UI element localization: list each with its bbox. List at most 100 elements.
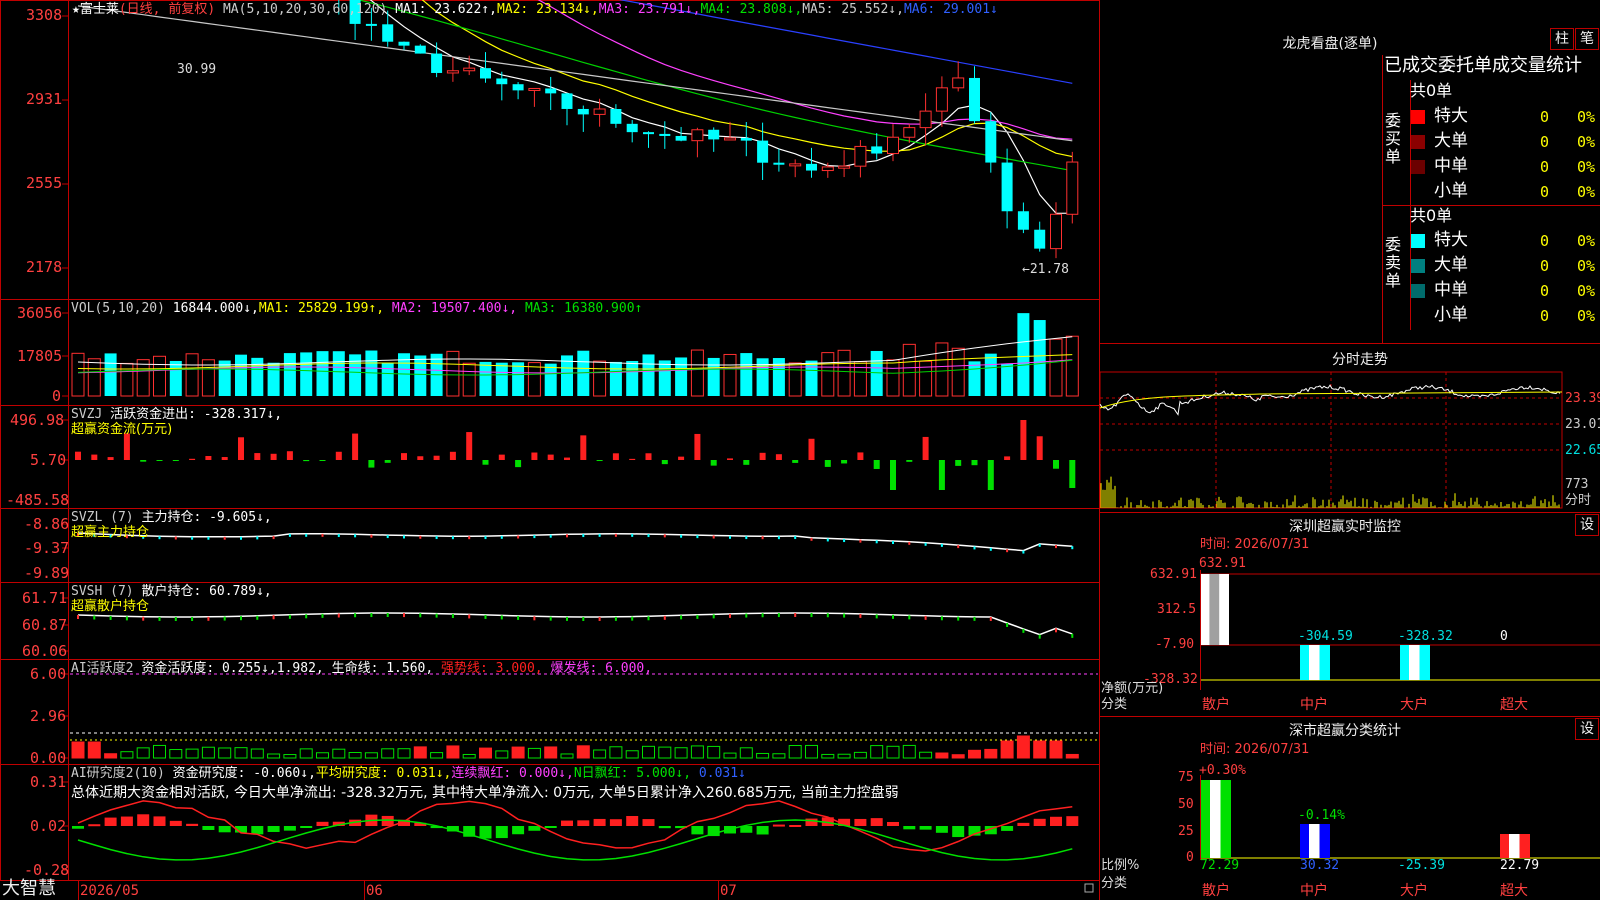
- class-bottom-value: 72.29: [1200, 858, 1240, 873]
- lhb-tabs[interactable]: 已成交委托单成交量统计: [1384, 57, 1582, 75]
- tick-mode-button[interactable]: 笔: [1575, 28, 1599, 50]
- monitor-settings-button[interactable]: 设: [1575, 514, 1599, 536]
- candle-body: [985, 121, 997, 163]
- research-bar: [887, 821, 899, 826]
- volume-bar: [136, 359, 150, 397]
- flow-bar: [857, 452, 864, 460]
- activity-bar: [446, 745, 460, 759]
- flow-bar: [727, 458, 733, 460]
- svsh-dot: [451, 613, 454, 618]
- period-label[interactable]: (日线, 前复权): [119, 2, 215, 17]
- buy-row-pct: 0%: [1577, 183, 1596, 201]
- research-bar: [300, 826, 313, 828]
- volume-bar: [1033, 320, 1046, 396]
- class-tick: 0: [1186, 850, 1194, 865]
- flow-bar: [661, 460, 668, 465]
- ma-line: [421, 0, 1073, 158]
- svzl-dot: [680, 534, 683, 538]
- column-mode-button[interactable]: 柱: [1550, 28, 1574, 50]
- svzl-chart[interactable]: [77, 532, 1074, 554]
- volume-bar: [577, 350, 590, 396]
- monitor-value: -304.59: [1298, 629, 1353, 644]
- svsh-dot: [77, 615, 79, 619]
- monitor-cat: 大户: [1400, 697, 1428, 713]
- volume-chart[interactable]: [71, 313, 1079, 397]
- activity-bar: [218, 747, 232, 759]
- svzl-dot: [614, 533, 617, 537]
- monitor-tick: -7.90: [1155, 637, 1195, 652]
- candle-body: [935, 87, 948, 112]
- monitor-bar: [1309, 645, 1320, 680]
- activity-bar: [185, 748, 199, 759]
- flow-bar: [971, 460, 978, 466]
- activity-bar: [299, 748, 313, 759]
- monitor-bar: [1409, 645, 1420, 680]
- svzj-tick: -485.58: [6, 491, 70, 509]
- intraday-tick: 22.65: [1565, 443, 1600, 458]
- research-bar: [479, 826, 492, 839]
- intraday-chart[interactable]: [1099, 371, 1563, 509]
- svzl-dot: [973, 546, 976, 550]
- svzl-dot: [1038, 543, 1041, 547]
- candlestick-chart[interactable]: [73, 0, 1079, 259]
- svzl-dot: [843, 539, 846, 543]
- svsh-dot: [435, 613, 438, 618]
- svsh-dot: [810, 613, 813, 618]
- ai-research-chart[interactable]: [72, 800, 1079, 861]
- svzl-dot: [892, 541, 894, 545]
- candle-body: [626, 123, 638, 133]
- chart-canvas[interactable]: [0, 0, 1600, 900]
- svzj-value: 活跃资金进出: -328.317↓,: [110, 407, 283, 422]
- class-bottom-value: 22.79: [1500, 858, 1540, 873]
- candle-body: [1066, 161, 1079, 215]
- research-line: [77, 800, 1073, 852]
- svzj-tick: 5.70: [30, 451, 67, 469]
- stock-name[interactable]: 富士莱: [80, 2, 119, 17]
- candle-body: [854, 145, 867, 167]
- svzl-dot: [582, 534, 585, 538]
- ai2-v4: N日飘红: 5.000↓,: [573, 766, 692, 781]
- svzj-chart[interactable]: [75, 420, 1076, 490]
- svsh-dot: [989, 616, 992, 621]
- svzl-sub: 超赢主力持仓: [71, 525, 150, 540]
- buy-row-count: 0: [1540, 133, 1550, 151]
- activity-bar: [788, 745, 802, 759]
- research-bar: [903, 826, 916, 830]
- intraday-price-line: [1099, 384, 1561, 416]
- activity-bar: [576, 745, 590, 759]
- ma6-value: MA6: 29.001↓: [903, 2, 998, 17]
- monitor-bar: [1209, 574, 1220, 645]
- activity-bar: [104, 753, 118, 759]
- svsh-chart[interactable]: [77, 612, 1074, 639]
- svsh-line: [77, 612, 1073, 636]
- ai-activity-chart[interactable]: [70, 673, 1098, 759]
- sell-row-pct: 0%: [1577, 307, 1596, 325]
- lhb-title: 龙虎看盘(逐单): [1282, 36, 1378, 52]
- svsh-dot: [223, 616, 226, 621]
- buy-row-count: 0: [1540, 108, 1550, 126]
- lock-icon[interactable]: [1084, 883, 1094, 893]
- activity-bar: [821, 753, 835, 759]
- research-bar: [952, 826, 965, 838]
- research-bar: [561, 820, 573, 826]
- flow-bar: [694, 433, 701, 460]
- activity-bar: [902, 744, 916, 759]
- volume-bar: [185, 353, 199, 397]
- date-label: 06: [366, 883, 383, 899]
- flow-bar: [808, 438, 815, 460]
- class-settings-button[interactable]: 设: [1575, 718, 1599, 740]
- flow-bar: [1069, 460, 1076, 488]
- research-bar: [626, 815, 639, 826]
- svzl-value: 主力持仓: -9.605↓,: [141, 510, 272, 525]
- ai1-v4: 强势线: 3.000,: [441, 661, 543, 676]
- svzl-dot: [875, 540, 878, 544]
- research-bar: [609, 819, 622, 826]
- volume-bar: [414, 355, 427, 396]
- flow-bar: [515, 460, 522, 468]
- activity-bar: [397, 748, 411, 759]
- star-icon[interactable]: ★: [72, 2, 80, 17]
- research-bar: [544, 826, 557, 828]
- candle-body: [871, 146, 883, 154]
- ai2-v2: 平均研究度: 0.031↓,: [315, 766, 452, 781]
- app-logo[interactable]: 大智慧: [2, 880, 56, 898]
